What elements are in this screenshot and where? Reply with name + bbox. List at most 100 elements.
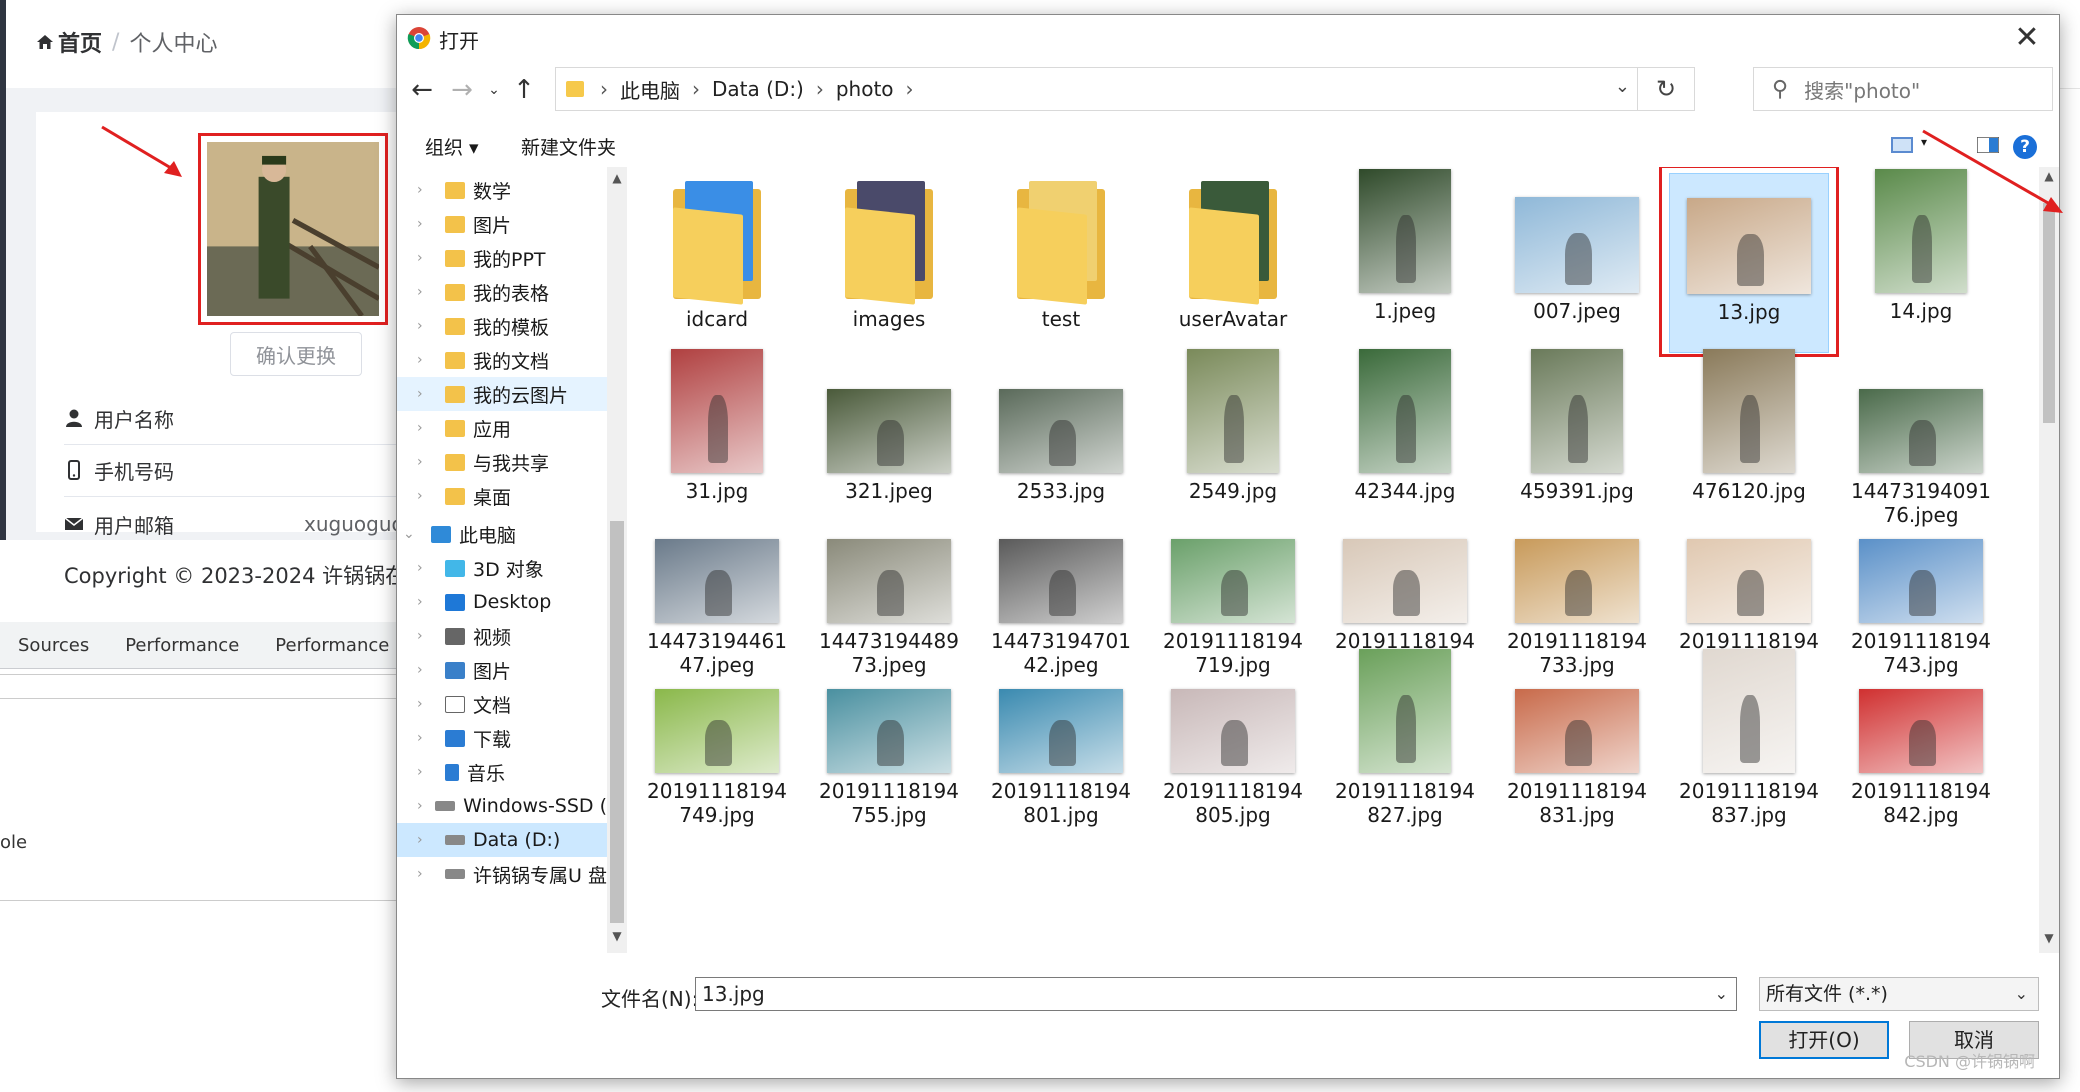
expand-chevron-icon[interactable]: › [417,560,435,576]
nav-item-my-docs[interactable]: › 我的文档 [397,343,607,377]
chevron-down-icon[interactable]: ⌄ [1715,978,1728,1010]
path-segment[interactable]: Data (D:) [712,77,804,101]
close-icon[interactable]: ✕ [2009,21,2045,57]
folder-tile[interactable]: test [981,173,1141,343]
image-tile[interactable]: 20191118194719.jpg [1153,493,1313,677]
image-tile[interactable]: 42344.jpg [1325,343,1485,513]
nav-item-documents[interactable]: › 文档 [397,687,607,721]
scroll-up-icon[interactable]: ▲ [607,171,627,191]
view-options-icon[interactable] [1891,137,1913,153]
expand-chevron-icon[interactable]: › [417,284,435,300]
image-tile[interactable]: 20191118194749.jpg [637,643,797,827]
nav-item-apps[interactable]: › 应用 [397,411,607,445]
forward-arrow-icon[interactable]: → [445,73,479,107]
expand-chevron-icon[interactable]: › [417,866,435,882]
image-tile[interactable]: 20191118194755.jpg [809,643,969,827]
expand-chevron-icon[interactable]: › [417,662,435,678]
expand-chevron-icon[interactable]: › [417,352,435,368]
expand-chevron-icon[interactable]: › [417,696,435,712]
expand-chevron-icon[interactable]: › [417,420,435,436]
nav-item-3d-objects[interactable]: › 3D 对象 [397,551,607,585]
image-tile[interactable]: 2533.jpg [981,343,1141,513]
devtools-tab[interactable]: Performance [107,635,257,656]
recent-chevron-icon[interactable]: ⌄ [477,73,511,107]
nav-item-pictures-folder[interactable]: › 图片 [397,207,607,241]
address-bar[interactable]: › 此电脑 › Data (D:) › photo › ⌄ ↻ [555,67,1695,111]
breadcrumb-home[interactable]: 首页 [36,26,102,58]
nav-scrollbar[interactable]: ▲ ▼ [607,167,627,953]
nav-item-sheets[interactable]: › 我的表格 [397,275,607,309]
image-tile[interactable]: 31.jpg [637,343,797,513]
scroll-thumb[interactable] [610,521,624,923]
nav-item-templates[interactable]: › 我的模板 [397,309,607,343]
image-tile[interactable]: 20191118194738.jpg [1669,493,1829,677]
expand-chevron-icon[interactable]: › [417,216,435,232]
new-folder-button[interactable]: 新建文件夹 [521,133,616,160]
image-tile[interactable]: 1447319409176.jpeg [1841,343,2001,527]
image-tile[interactable]: 1447319470142.jpeg [981,493,1141,677]
expand-chevron-icon[interactable]: › [417,764,435,780]
image-tile[interactable]: 1.jpeg [1325,169,1485,343]
nav-item-ppt[interactable]: › 我的PPT [397,241,607,275]
image-tile[interactable]: 20191118194725.jpg [1325,493,1485,677]
nav-item-shared[interactable]: › 与我共享 [397,445,607,479]
open-button[interactable]: 打开(O) [1759,1021,1889,1059]
folder-tile[interactable]: userAvatar [1153,173,1313,343]
image-tile[interactable]: 1447319448973.jpeg [809,493,969,677]
nav-item-desktop[interactable]: › Desktop [397,585,607,619]
expand-chevron-icon[interactable]: › [417,318,435,334]
files-scrollbar[interactable]: ▲ ▼ [2039,167,2059,953]
nav-item-math[interactable]: › 数学 [397,173,607,207]
chevron-down-icon[interactable]: ⌄ [1615,76,1630,97]
image-tile[interactable]: 20191118194733.jpg [1497,493,1657,677]
expand-chevron-icon[interactable]: › [417,386,435,402]
image-tile[interactable]: 007.jpeg [1497,173,1657,343]
image-tile[interactable]: 321.jpeg [809,343,969,513]
nav-item-data-d[interactable]: › Data (D:) [397,823,607,857]
nav-item-music[interactable]: › 音乐 [397,755,607,789]
nav-item-windows-ssd[interactable]: › Windows-SSD ( [397,789,607,823]
expand-chevron-icon[interactable]: › [417,730,435,746]
expand-chevron-icon[interactable]: › [417,488,435,504]
scroll-down-icon[interactable]: ▼ [607,929,627,949]
avatar-preview[interactable] [198,133,388,325]
back-arrow-icon[interactable]: ← [405,73,439,107]
image-tile[interactable]: 459391.jpg [1497,343,1657,513]
image-tile[interactable]: 20191118194801.jpg [981,643,1141,827]
image-tile[interactable]: 2549.jpg [1153,343,1313,513]
collapse-chevron-icon[interactable]: ⌄ [403,526,421,542]
up-arrow-icon[interactable]: ↑ [507,73,541,107]
scroll-down-icon[interactable]: ▼ [2039,931,2059,951]
image-tile[interactable]: 20191118194743.jpg [1841,493,2001,677]
folder-tile[interactable]: idcard [637,173,797,343]
nav-item-pictures[interactable]: › 图片 [397,653,607,687]
image-tile[interactable]: 20191118194805.jpg [1153,643,1313,827]
expand-chevron-icon[interactable]: › [417,454,435,470]
image-tile[interactable]: 20191118194837.jpg [1669,643,1829,827]
nav-item-usb[interactable]: › 许锅锅专属U 盘 [397,857,607,891]
folder-tile[interactable]: images [809,173,969,343]
image-tile[interactable]: 20191118194827.jpg [1325,643,1485,827]
expand-chevron-icon[interactable]: › [417,832,435,848]
nav-item-videos[interactable]: › 视频 [397,619,607,653]
nav-item-this-pc[interactable]: ⌄ 此电脑 [397,517,607,551]
refresh-icon[interactable]: ↻ [1637,68,1694,110]
nav-item-desktop-cn[interactable]: › 桌面 [397,479,607,513]
path-segment[interactable]: photo [836,77,894,101]
filename-input[interactable]: 13.jpg ⌄ [695,977,1737,1011]
scroll-thumb[interactable] [2043,203,2055,423]
devtools-tab[interactable]: Sources [0,635,107,656]
nav-item-cloud-pictures[interactable]: › 我的云图片 [397,377,607,411]
nav-item-downloads[interactable]: › 下载 [397,721,607,755]
expand-chevron-icon[interactable]: › [417,628,435,644]
image-tile[interactable]: 20191118194842.jpg [1841,643,2001,827]
organize-menu[interactable]: 组织 ▾ [425,133,479,160]
image-tile[interactable]: 1447319446147.jpeg [637,493,797,677]
filetype-select[interactable]: 所有文件 (*.*) ⌄ [1759,977,2039,1011]
expand-chevron-icon[interactable]: › [417,798,425,814]
search-input[interactable]: ⚲ 搜索"photo" [1753,67,2053,111]
expand-chevron-icon[interactable]: › [417,594,435,610]
confirm-change-button[interactable]: 确认更换 [230,332,362,376]
expand-chevron-icon[interactable]: › [417,250,435,266]
expand-chevron-icon[interactable]: › [417,182,435,198]
